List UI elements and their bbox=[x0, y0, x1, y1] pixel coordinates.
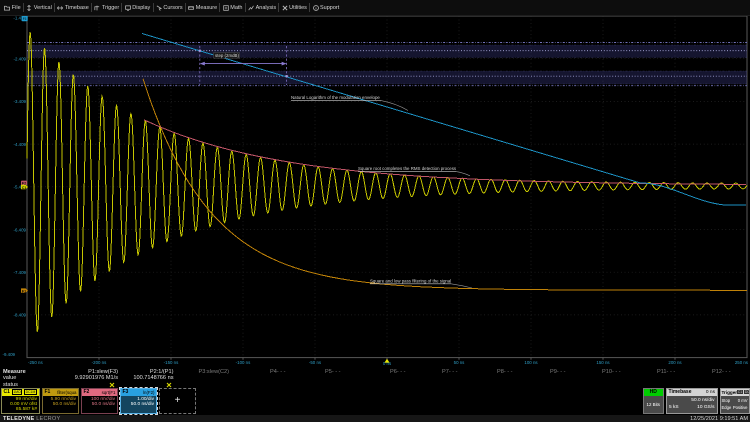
svg-text:F1: F1 bbox=[22, 290, 26, 294]
svg-text:C1: C1 bbox=[22, 186, 27, 190]
svg-text:-150 ns: -150 ns bbox=[164, 360, 179, 365]
svg-text:Natural Logarithm of the modul: Natural Logarithm of the modulation enve… bbox=[291, 95, 380, 100]
svg-text:Square root completes the RMS: Square root completes the RMS detection … bbox=[358, 166, 457, 171]
svg-text:250 ns: 250 ns bbox=[735, 360, 749, 365]
svg-text:-1.4: -1.4 bbox=[13, 16, 21, 21]
svg-text:Square and low pass filtering: Square and low pass filtering of the sig… bbox=[370, 278, 451, 283]
svg-text:-4.409: -4.409 bbox=[14, 142, 27, 147]
svg-text:-8.409: -8.409 bbox=[14, 313, 27, 318]
svg-text:150 ns: 150 ns bbox=[596, 360, 610, 365]
svg-text:-3.409: -3.409 bbox=[14, 99, 27, 104]
svg-text:-7.409: -7.409 bbox=[14, 270, 27, 275]
svg-text:200 ns: 200 ns bbox=[668, 360, 682, 365]
svg-text:-2.409: -2.409 bbox=[14, 57, 27, 62]
svg-text:step (2mdB): step (2mdB) bbox=[215, 53, 239, 58]
svg-text:-200 ns: -200 ns bbox=[92, 360, 107, 365]
svg-text:-9.409: -9.409 bbox=[3, 352, 16, 357]
svg-text:-250 ns: -250 ns bbox=[28, 360, 43, 365]
svg-text:50 ns: 50 ns bbox=[454, 360, 466, 365]
svg-text:-100 ns: -100 ns bbox=[236, 360, 251, 365]
svg-text:F2: F2 bbox=[22, 181, 26, 185]
svg-text:F3: F3 bbox=[23, 17, 27, 21]
svg-text:100 ns: 100 ns bbox=[524, 360, 538, 365]
svg-text:-50 ns: -50 ns bbox=[309, 360, 322, 365]
svg-text:-6.409: -6.409 bbox=[14, 227, 27, 232]
